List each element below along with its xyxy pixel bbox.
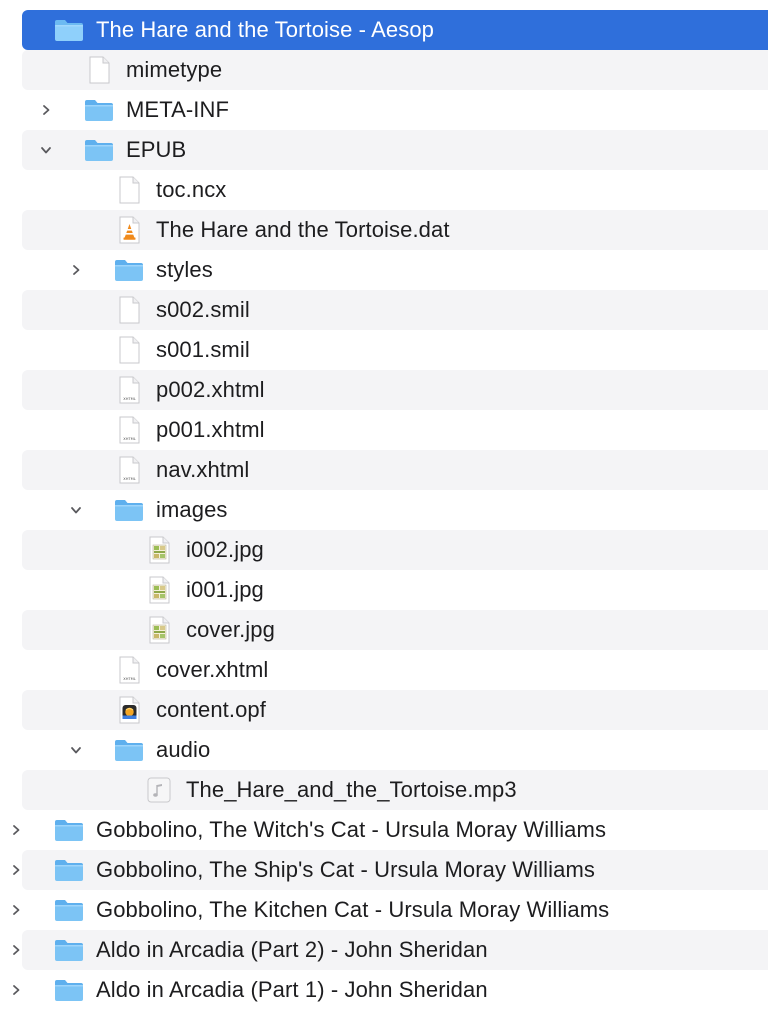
file-row[interactable]: i002.jpg: [22, 530, 768, 570]
xhtml-document-icon: XHTML: [114, 656, 144, 684]
item-label: mimetype: [126, 57, 223, 82]
file-row[interactable]: XHTML cover.xhtml: [22, 650, 768, 690]
item-label: cover.jpg: [186, 617, 275, 642]
jpeg-image-icon: [144, 616, 174, 644]
chevron-right-icon[interactable]: [7, 941, 25, 959]
folder-row[interactable]: Aldo in Arcadia (Part 2) - John Sheridan: [13, 930, 768, 970]
folder-row[interactable]: The Hare and the Tortoise - Aesop: [11, 10, 768, 50]
folder-row[interactable]: images: [22, 490, 768, 530]
file-tree: The Hare and the Tortoise - Aesop mimety…: [0, 0, 768, 1014]
opf-document-icon: [114, 696, 144, 724]
file-row[interactable]: XHTML p002.xhtml: [22, 370, 768, 410]
svg-text:XHTML: XHTML: [123, 477, 135, 481]
file-row[interactable]: s001.smil: [22, 330, 768, 370]
folder-icon: [114, 736, 144, 764]
file-row[interactable]: XHTML p001.xhtml: [22, 410, 768, 450]
item-label: cover.xhtml: [156, 657, 269, 682]
chevron-down-icon[interactable]: [37, 141, 55, 159]
folder-row[interactable]: Gobbolino, The Kitchen Cat - Ursula Mora…: [13, 890, 768, 930]
item-label: styles: [156, 257, 213, 282]
document-icon: [114, 336, 144, 364]
item-label: i002.jpg: [186, 537, 264, 562]
chevron-down-icon[interactable]: [7, 21, 25, 39]
item-label: Aldo in Arcadia (Part 2) - John Sheridan: [96, 937, 488, 962]
folder-row[interactable]: audio: [22, 730, 768, 770]
svg-text:XHTML: XHTML: [123, 437, 135, 441]
chevron-down-icon[interactable]: [67, 501, 85, 519]
jpeg-image-icon: [144, 536, 174, 564]
item-label: Aldo in Arcadia (Part 1) - John Sheridan: [96, 977, 488, 1002]
folder-row[interactable]: styles: [22, 250, 768, 290]
chevron-down-icon[interactable]: [67, 741, 85, 759]
item-label: META-INF: [126, 97, 230, 122]
item-label: The Hare and the Tortoise - Aesop: [96, 17, 434, 42]
chevron-right-icon[interactable]: [7, 861, 25, 879]
chevron-right-icon[interactable]: [7, 821, 25, 839]
folder-icon: [114, 256, 144, 284]
item-label: images: [156, 497, 228, 522]
item-label: The_Hare_and_the_Tortoise.mp3: [186, 777, 517, 802]
item-label: EPUB: [126, 137, 187, 162]
xhtml-document-icon: XHTML: [114, 456, 144, 484]
file-row[interactable]: cover.jpg: [22, 610, 768, 650]
item-label: Gobbolino, The Witch's Cat - Ursula Mora…: [96, 817, 607, 842]
folder-icon: [84, 136, 114, 164]
svg-text:XHTML: XHTML: [123, 397, 135, 401]
svg-text:XHTML: XHTML: [123, 677, 135, 681]
folder-icon: [54, 976, 84, 1004]
file-row[interactable]: i001.jpg: [22, 570, 768, 610]
file-row[interactable]: content.opf: [22, 690, 768, 730]
folder-row[interactable]: META-INF: [22, 90, 768, 130]
document-icon: [84, 56, 114, 84]
chevron-right-icon[interactable]: [67, 261, 85, 279]
folder-icon: [114, 496, 144, 524]
audio-file-icon: [144, 776, 174, 804]
folder-icon: [54, 936, 84, 964]
item-label: p001.xhtml: [156, 417, 265, 442]
item-label: toc.ncx: [156, 177, 227, 202]
file-row[interactable]: s002.smil: [22, 290, 768, 330]
file-row[interactable]: The_Hare_and_the_Tortoise.mp3: [22, 770, 768, 810]
folder-icon: [84, 96, 114, 124]
folder-row[interactable]: Gobbolino, The Ship's Cat - Ursula Moray…: [13, 850, 768, 890]
folder-row[interactable]: Gobbolino, The Witch's Cat - Ursula Mora…: [13, 810, 768, 850]
item-label: audio: [156, 737, 211, 762]
xhtml-document-icon: XHTML: [114, 416, 144, 444]
item-label: p002.xhtml: [156, 377, 265, 402]
folder-row[interactable]: EPUB: [22, 130, 768, 170]
item-label: nav.xhtml: [156, 457, 250, 482]
chevron-right-icon[interactable]: [7, 981, 25, 999]
jpeg-image-icon: [144, 576, 174, 604]
item-label: i001.jpg: [186, 577, 264, 602]
folder-icon: [54, 856, 84, 884]
file-row[interactable]: The Hare and the Tortoise.dat: [22, 210, 768, 250]
file-row[interactable]: XHTML nav.xhtml: [22, 450, 768, 490]
file-row[interactable]: mimetype: [22, 50, 768, 90]
chevron-right-icon[interactable]: [37, 101, 55, 119]
folder-icon: [54, 816, 84, 844]
folder-icon: [54, 16, 84, 44]
document-icon: [114, 176, 144, 204]
item-label: s001.smil: [156, 337, 250, 362]
item-label: s002.smil: [156, 297, 250, 322]
chevron-right-icon[interactable]: [7, 901, 25, 919]
xhtml-document-icon: XHTML: [114, 376, 144, 404]
vlc-cone-icon: [114, 216, 144, 244]
folder-icon: [54, 896, 84, 924]
file-row[interactable]: toc.ncx: [22, 170, 768, 210]
folder-row[interactable]: Aldo in Arcadia (Part 1) - John Sheridan: [13, 970, 768, 1010]
item-label: Gobbolino, The Ship's Cat - Ursula Moray…: [96, 857, 595, 882]
item-label: Gobbolino, The Kitchen Cat - Ursula Mora…: [96, 897, 610, 922]
item-label: content.opf: [156, 697, 266, 722]
item-label: The Hare and the Tortoise.dat: [156, 217, 450, 242]
document-icon: [114, 296, 144, 324]
